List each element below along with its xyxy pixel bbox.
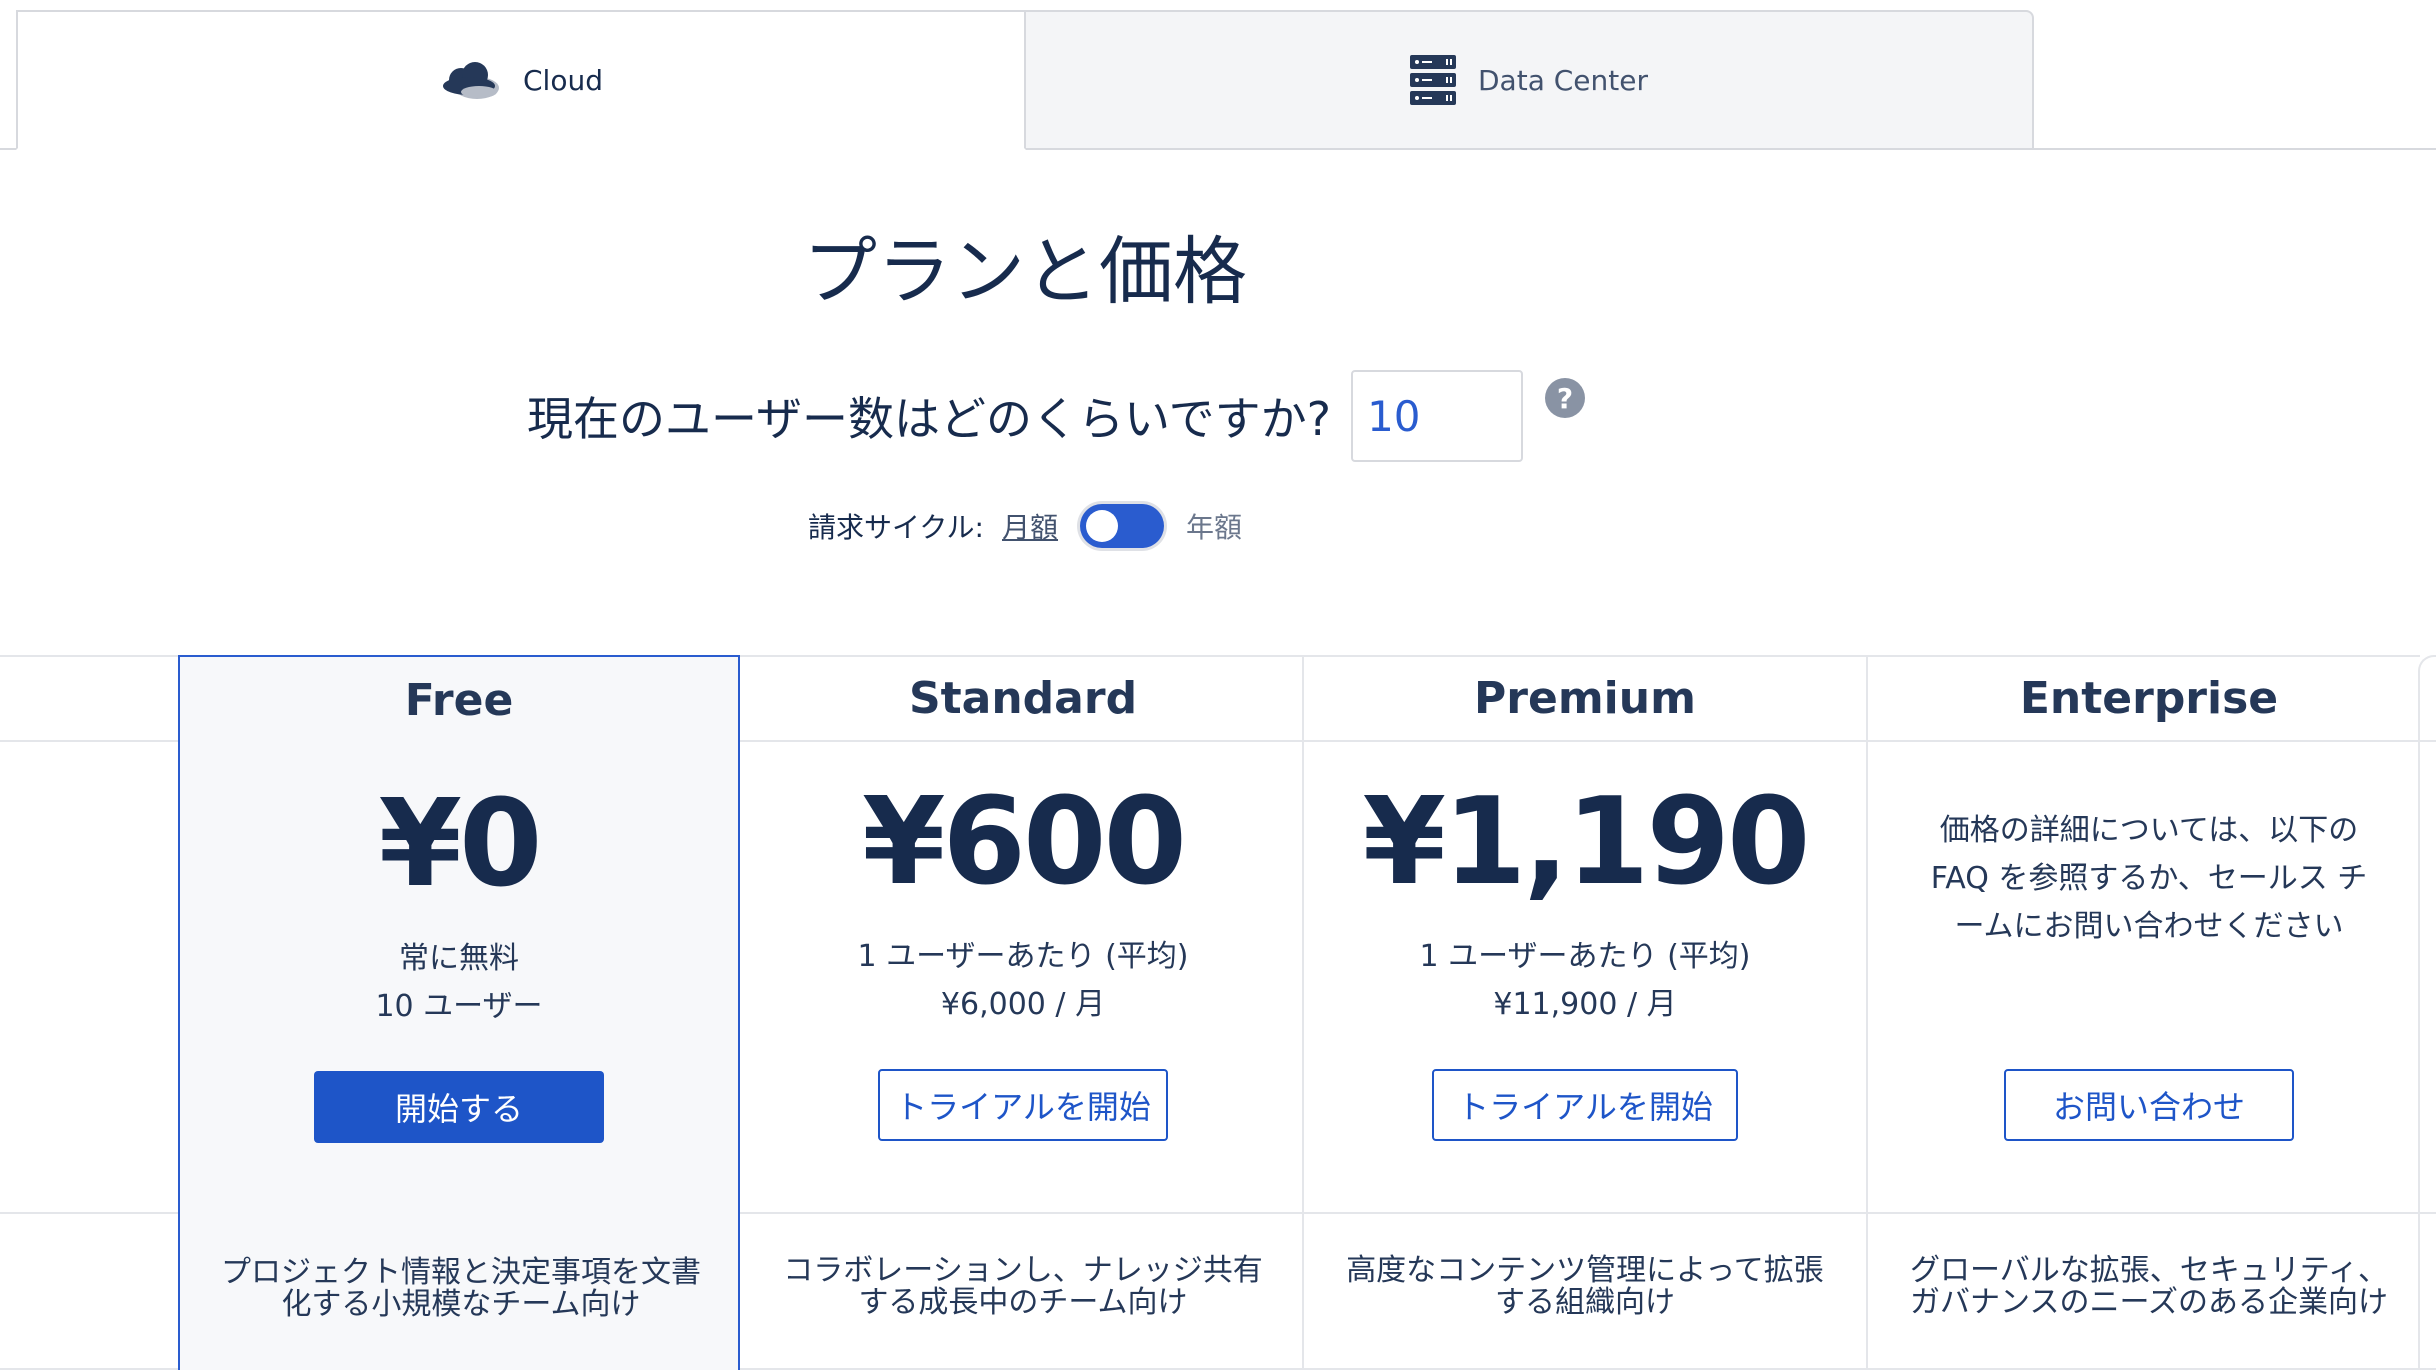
plan-description: コラボレーションし、ナレッジ共有する成長中のチーム向け: [783, 1253, 1263, 1320]
enterprise-pricing-info: 価格の詳細については、以下の FAQ を参照するか、セールス チームにお問い合わ…: [1930, 813, 2368, 944]
server-icon: [1410, 55, 1456, 105]
plan-name: Enterprise: [2019, 673, 2279, 724]
tab-cloud[interactable]: Cloud: [16, 10, 1026, 150]
tab-data-center[interactable]: Data Center: [1024, 10, 2034, 150]
plan-description: プロジェクト情報と決定事項を文書化する小規模なチーム向け: [221, 1255, 701, 1322]
billing-cycle-label: 請求サイクル:: [807, 511, 984, 544]
help-icon[interactable]: ?: [1545, 378, 1585, 418]
tab-data-center-label: Data Center: [1478, 63, 1648, 97]
plan-premium: Premium ¥1,190 1 ユーザーあたり (平均) ¥11,900 / …: [1304, 655, 1866, 1370]
plan-price-note: 常に無料: [399, 941, 519, 976]
plan-monthly-total: ¥6,000 / 月: [940, 987, 1106, 1022]
plan-description: 高度なコンテンツ管理によって拡張する組織向け: [1346, 1253, 1824, 1320]
tab-cloud-label: Cloud: [523, 63, 603, 97]
plan-standard: Standard ¥600 1 ユーザーあたり (平均) ¥6,000 / 月 …: [742, 655, 1304, 1370]
plan-price: ¥600: [862, 773, 1187, 912]
toggle-knob: [1086, 510, 1119, 542]
plan-name: Standard: [908, 673, 1138, 724]
plan-user-count: 10 ユーザー: [375, 989, 543, 1024]
start-trial-premium-button[interactable]: トライアルを開始: [1432, 1069, 1738, 1141]
start-free-button[interactable]: 開始する: [314, 1071, 604, 1143]
plan-price-details: 常に無料 10 ユーザー: [180, 935, 738, 1031]
plan-description: グローバルな拡張、セキュリティ、ガバナンスのニーズのある企業向け: [1910, 1253, 2388, 1320]
billing-annual-label[interactable]: 年額: [1186, 506, 1242, 546]
billing-monthly-link[interactable]: 月額: [1002, 506, 1058, 546]
billing-cycle-toggle[interactable]: [1080, 504, 1165, 548]
plan-price-details: 1 ユーザーあたり (平均) ¥6,000 / 月: [742, 933, 1304, 1029]
plan-price: ¥0: [378, 775, 543, 914]
plan-price: ¥1,190: [1362, 773, 1810, 912]
user-count-row: 現在のユーザー数はどのくらいですか?: [0, 370, 2050, 462]
cloud-icon: [439, 60, 501, 100]
plan-price-details: 1 ユーザーあたり (平均) ¥11,900 / 月: [1304, 933, 1866, 1029]
plan-free: Free ¥0 常に無料 10 ユーザー 開始する プロジェクト情報と決定事項を…: [178, 655, 740, 1370]
contact-sales-button[interactable]: お問い合わせ: [2004, 1069, 2294, 1141]
plan-monthly-total: ¥11,900 / 月: [1493, 987, 1677, 1022]
user-count-question: 現在のユーザー数はどのくらいですか?: [526, 392, 1332, 446]
plan-price-note: 1 ユーザーあたり (平均): [1419, 939, 1751, 974]
start-trial-standard-button[interactable]: トライアルを開始: [878, 1069, 1168, 1141]
plan-name: Free: [404, 675, 514, 726]
plan-enterprise: Enterprise 価格の詳細については、以下の FAQ を参照するか、セール…: [1868, 655, 2430, 1370]
billing-cycle-row: 請求サイクル: 月額 年額: [0, 504, 2050, 548]
plan-name: Premium: [1474, 673, 1696, 724]
user-count-input[interactable]: [1351, 370, 1524, 462]
plan-price-note: 1 ユーザーあたり (平均): [857, 939, 1189, 974]
page-title: プランと価格: [803, 229, 1247, 315]
